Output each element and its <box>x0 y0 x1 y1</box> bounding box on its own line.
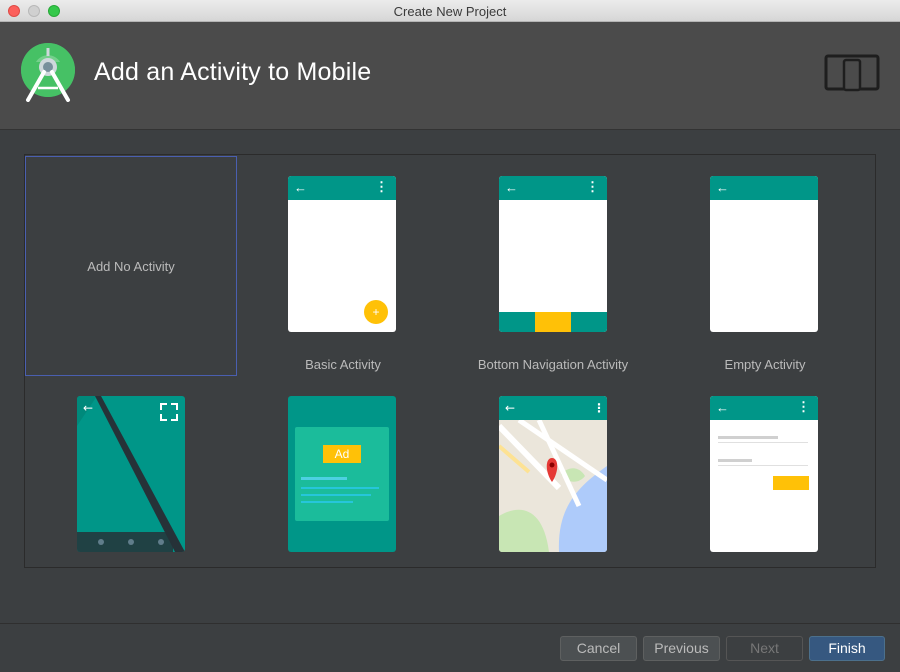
svg-text:←: ← <box>83 401 93 415</box>
back-arrow-icon: ← <box>505 180 518 195</box>
android-studio-logo <box>21 43 75 102</box>
finish-button[interactable]: Finish <box>809 636 885 661</box>
template-label: Add No Activity <box>87 259 175 274</box>
app-bar: ← <box>710 176 818 200</box>
page-title: Add an Activity to Mobile <box>94 58 372 86</box>
cancel-button[interactable]: Cancel <box>560 636 637 661</box>
footer-divider <box>0 623 900 624</box>
overflow-menu-icon: ⋮ <box>375 179 388 194</box>
bottom-navigation-bar <box>499 312 607 332</box>
template-thumbnail: ← ⋮ + <box>288 176 396 332</box>
previous-button[interactable]: Previous <box>643 636 720 661</box>
ad-card: Ad <box>295 427 389 521</box>
template-label: Bottom Navigation Activity <box>477 357 629 372</box>
back-arrow-icon: ← <box>294 180 307 195</box>
svg-text:⋮: ⋮ <box>593 401 605 415</box>
back-arrow-icon: ← <box>716 180 729 195</box>
phone-tablet-icon <box>824 54 880 92</box>
ad-badge: Ad <box>323 445 361 463</box>
overflow-menu-icon: ⋮ <box>797 399 810 414</box>
app-bar: ← ⋮ <box>710 396 818 420</box>
template-add-no-activity[interactable]: Add No Activity <box>25 156 237 376</box>
overflow-menu-icon: ⋮ <box>586 179 599 194</box>
app-bar: ← ⋮ <box>288 176 396 200</box>
app-bar: ← ⋮ <box>499 176 607 200</box>
template-thumbnail: ← ⋮ <box>710 396 818 552</box>
window-titlebar: Create New Project <box>0 0 900 22</box>
wizard-header: Add an Activity to Mobile <box>0 22 900 130</box>
template-thumbnail: ← ⋮ <box>499 396 607 552</box>
back-arrow-icon: ← <box>716 400 729 415</box>
fab-plus-icon: + <box>364 300 388 324</box>
template-thumbnail: ← <box>710 176 818 332</box>
sign-in-button-preview <box>773 476 809 490</box>
template-label: Basic Activity <box>305 357 381 372</box>
next-button[interactable]: Next <box>726 636 803 661</box>
template-thumbnail: Ad <box>288 396 396 552</box>
template-thumbnail: ← ⋮ <box>499 176 607 332</box>
template-label: Empty Activity <box>724 357 806 372</box>
template-thumbnail: ← <box>77 396 185 552</box>
window-title: Create New Project <box>393 4 507 19</box>
svg-text:←: ← <box>505 401 515 415</box>
